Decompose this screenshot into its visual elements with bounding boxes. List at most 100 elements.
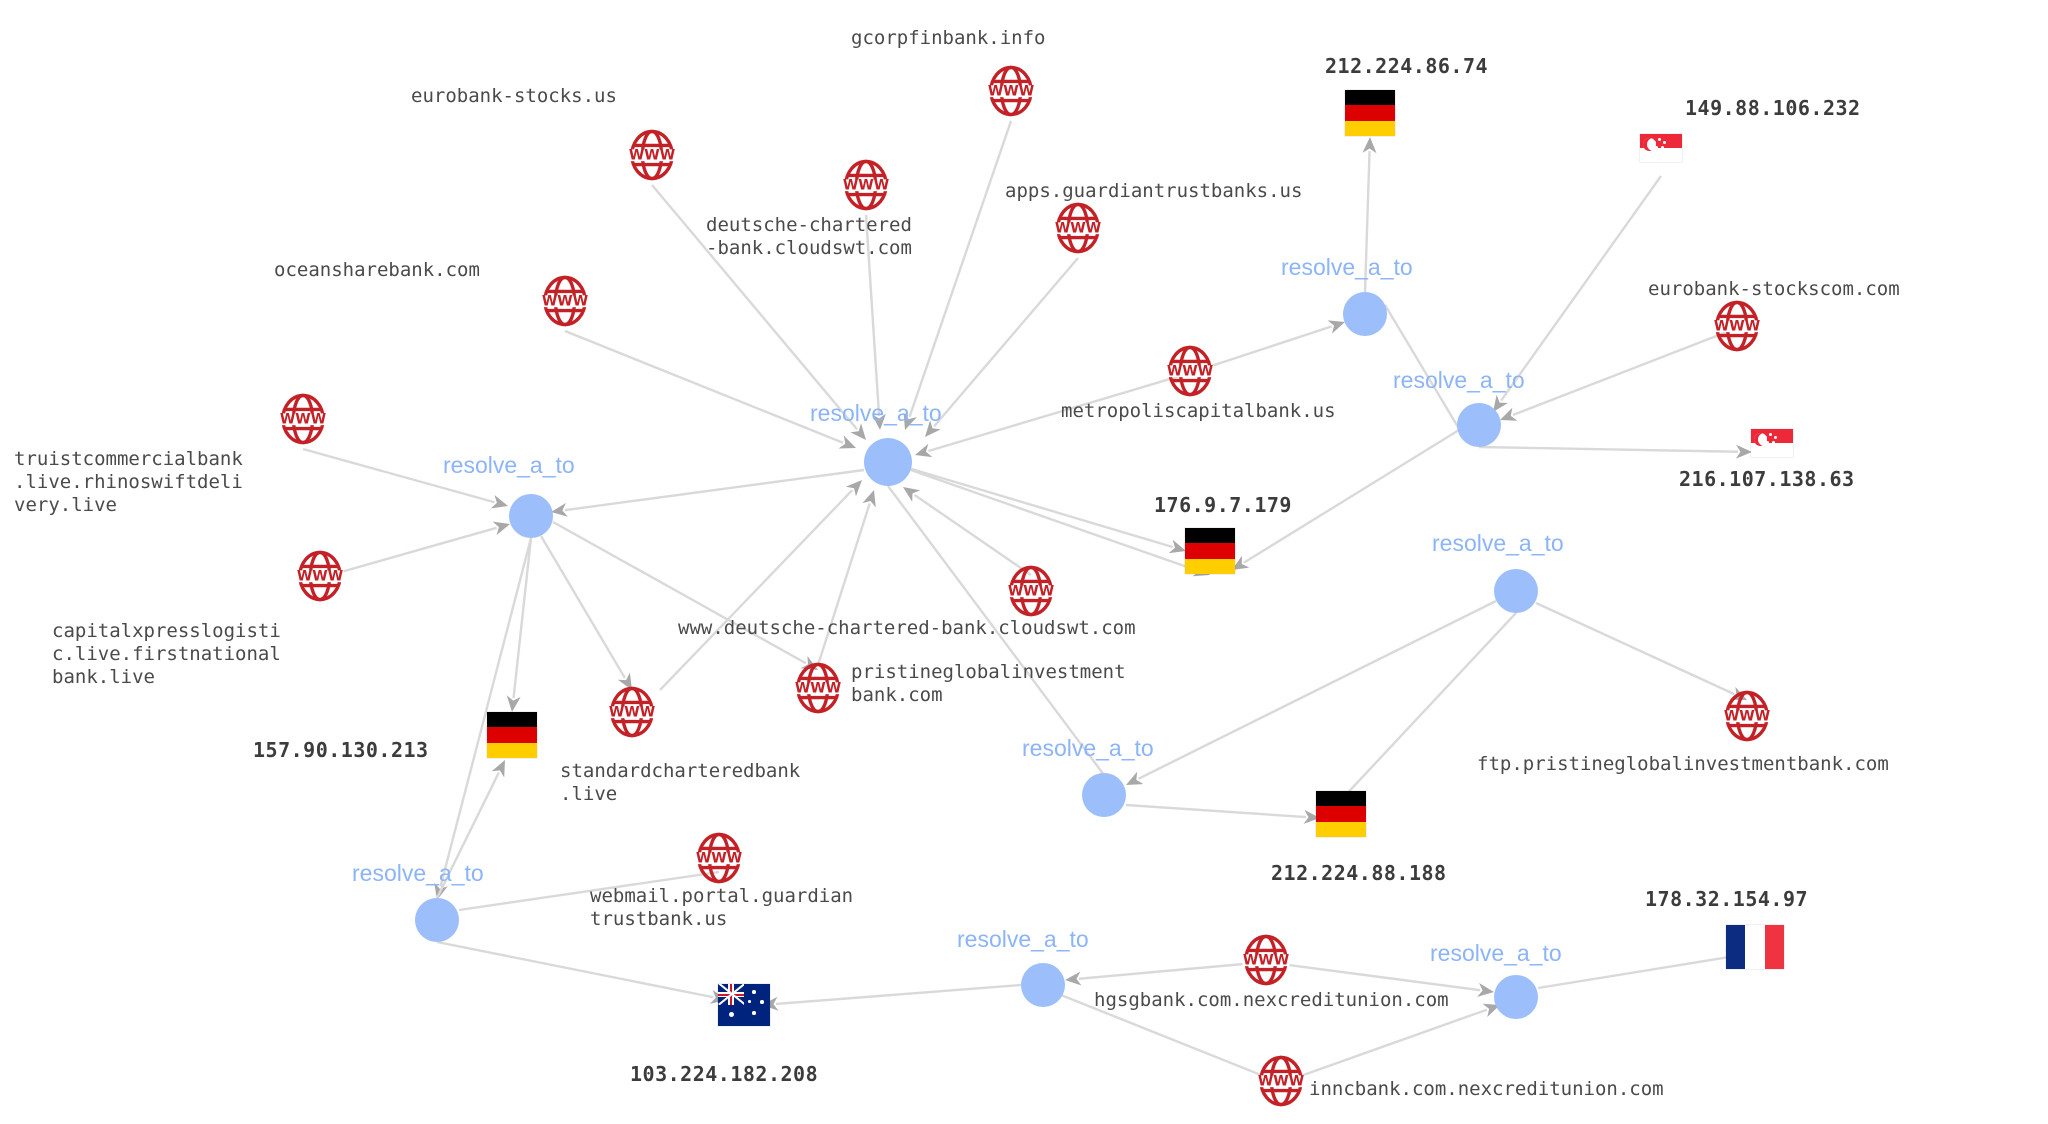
ip-address-node[interactable] (718, 984, 770, 1026)
graph-edge[interactable] (436, 940, 727, 1004)
www-globe-icon: WWW (628, 129, 676, 181)
ip-address-node[interactable] (1640, 134, 1682, 162)
graph-edge[interactable] (1535, 601, 1748, 700)
resolve-node[interactable] (1494, 975, 1538, 1019)
resolve-relation-label: resolve_a_to (810, 400, 942, 426)
graph-edge[interactable] (887, 460, 1210, 577)
ip-address-label: 176.9.7.179 (1154, 493, 1292, 517)
domain-label: gcorpfinbank.info (851, 27, 1046, 49)
resolve-node[interactable] (1494, 569, 1538, 613)
svg-text:WWW: WWW (542, 293, 588, 309)
ip-address-label: 178.32.154.97 (1645, 887, 1809, 911)
graph-edge[interactable] (816, 489, 876, 666)
graph-edge[interactable] (539, 535, 633, 690)
ip-address-node[interactable] (487, 712, 537, 758)
www-globe-icon: WWW (608, 686, 656, 738)
graph-edge[interactable] (1478, 444, 1752, 459)
svg-text:WWW: WWW (280, 411, 326, 427)
domain-label: eurobank-stockscom.com (1648, 278, 1900, 300)
domain-label: inncbank.com.nexcreditunion.com (1309, 1078, 1664, 1100)
graph-edge[interactable] (761, 983, 1022, 1011)
ip-address-node[interactable] (1185, 528, 1235, 574)
ip-address-label: 149.88.106.232 (1685, 96, 1861, 120)
ip-address-label: 212.224.86.74 (1325, 54, 1489, 78)
www-globe-icon: WWW (1257, 1055, 1305, 1107)
domain-node[interactable]: WWW (983, 63, 1039, 123)
www-globe-icon: WWW (987, 65, 1035, 117)
svg-text:WWW: WWW (795, 680, 841, 696)
svg-text:WWW: WWW (696, 850, 742, 866)
domain-node[interactable]: WWW (292, 548, 348, 608)
graph-edge[interactable] (1499, 326, 1738, 421)
graph-edge[interactable] (903, 120, 1013, 430)
www-globe-icon: WWW (279, 393, 327, 445)
www-globe-icon: WWW (1242, 934, 1290, 986)
domain-node[interactable]: WWW (1709, 298, 1765, 358)
resolve-node[interactable] (864, 438, 912, 486)
graph-edge[interactable] (1265, 960, 1494, 997)
domain-label: capitalxpresslogisti c.live.firstnationa… (52, 620, 281, 688)
network-graph-canvas[interactable]: resolve_a_to resolve_a_to resolve_a_to reso… (0, 0, 2048, 1124)
flag-singapore-icon (1751, 429, 1793, 457)
domain-node[interactable]: WWW (1238, 932, 1294, 992)
ip-address-node[interactable] (1345, 90, 1395, 136)
resolve-relation-label: resolve_a_to (1432, 530, 1564, 556)
flag-singapore-icon (1640, 134, 1682, 162)
graph-edge[interactable] (1126, 599, 1497, 785)
svg-text:WWW: WWW (1714, 318, 1760, 334)
svg-text:WWW: WWW (1258, 1073, 1304, 1089)
resolve-node[interactable] (1021, 963, 1065, 1007)
flag-france-icon (1726, 925, 1784, 969)
www-globe-icon: WWW (296, 550, 344, 602)
domain-label: truistcommercialbank .live.rhinoswiftdel… (14, 448, 243, 516)
svg-text:WWW: WWW (297, 568, 343, 584)
domain-node[interactable]: WWW (1162, 343, 1218, 403)
www-globe-icon: WWW (1713, 300, 1761, 352)
domain-node[interactable]: WWW (624, 127, 680, 187)
domain-node[interactable]: WWW (275, 391, 331, 451)
domain-label: webmail.portal.guardian trustbank.us (590, 885, 854, 930)
graph-edge[interactable] (552, 520, 818, 670)
graph-edge[interactable] (1280, 1003, 1500, 1085)
resolve-node[interactable] (1457, 403, 1501, 447)
graph-edge[interactable] (506, 537, 533, 712)
www-globe-icon: WWW (541, 275, 589, 327)
svg-text:WWW: WWW (1055, 220, 1101, 236)
domain-node[interactable]: WWW (1719, 688, 1775, 748)
resolve-relation-label: resolve_a_to (1393, 367, 1525, 393)
graph-edge[interactable] (887, 460, 1186, 554)
svg-text:WWW: WWW (1243, 952, 1289, 968)
ip-address-node[interactable] (1726, 925, 1784, 969)
graph-edge[interactable] (550, 468, 865, 517)
domain-label: metropoliscapitalbank.us (1061, 400, 1336, 422)
svg-text:WWW: WWW (1008, 583, 1054, 599)
svg-text:WWW: WWW (609, 704, 655, 720)
ip-address-node[interactable] (1751, 429, 1793, 457)
resolve-node[interactable] (415, 898, 459, 942)
resolve-relation-label: resolve_a_to (1281, 254, 1413, 280)
ip-address-node[interactable] (1316, 791, 1366, 837)
domain-node[interactable]: WWW (1003, 563, 1059, 623)
domain-node[interactable]: WWW (691, 830, 747, 890)
www-globe-icon: WWW (1166, 345, 1214, 397)
www-globe-icon: WWW (1054, 202, 1102, 254)
ip-address-label: 157.90.130.213 (253, 738, 429, 762)
flag-germany-icon (1316, 791, 1366, 837)
flag-germany-icon (1345, 90, 1395, 136)
domain-label: hgsgbank.com.nexcreditunion.com (1094, 989, 1449, 1011)
domain-node[interactable]: WWW (604, 684, 660, 744)
ip-address-label: 103.224.182.208 (630, 1062, 819, 1086)
graph-edge[interactable] (1125, 803, 1321, 824)
domain-node[interactable]: WWW (1253, 1053, 1309, 1113)
domain-node[interactable]: WWW (838, 157, 894, 217)
www-globe-icon: WWW (695, 832, 743, 884)
domain-node[interactable]: WWW (1050, 200, 1106, 260)
resolve-node[interactable] (509, 494, 553, 538)
domain-node[interactable]: WWW (537, 273, 593, 333)
graph-edge[interactable] (1537, 950, 1743, 990)
domain-node[interactable]: WWW (790, 660, 846, 720)
domain-label: ftp.pristineglobalinvestmentbank.com (1477, 753, 1889, 775)
resolve-node[interactable] (1082, 773, 1126, 817)
resolve-node[interactable] (1343, 292, 1387, 336)
graph-edge[interactable] (564, 329, 856, 449)
